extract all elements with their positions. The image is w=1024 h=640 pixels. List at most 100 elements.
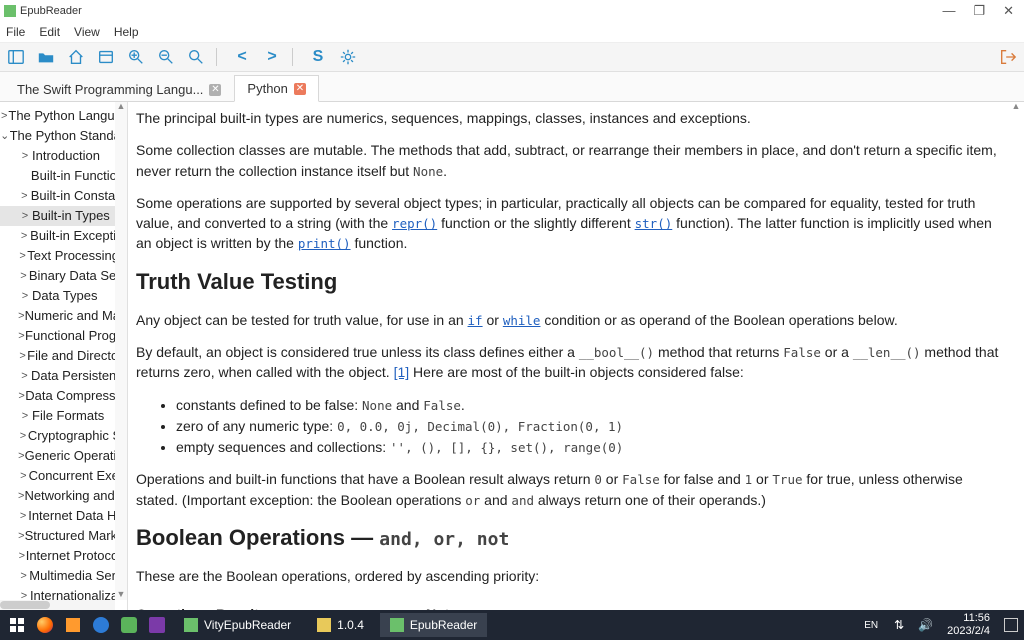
home-icon[interactable] — [66, 47, 86, 67]
toc-label: The Python Language Reference — [8, 107, 123, 125]
toc-item[interactable]: ⌄The Python Standard Library — [0, 126, 127, 146]
sidebar-vertical-scrollbar[interactable]: ▲▼ — [115, 102, 127, 600]
toc-label: Built-in Constants — [31, 187, 123, 205]
toc-item[interactable]: >Binary Data Services — [0, 266, 127, 286]
content-vertical-scrollbar[interactable]: ▲ — [1010, 102, 1022, 610]
start-button[interactable] — [6, 614, 28, 636]
toc-item[interactable]: >Data Types — [0, 286, 127, 306]
app-icon-green[interactable] — [118, 614, 140, 636]
sidebar-horizontal-scrollbar[interactable] — [0, 600, 115, 610]
exit-icon[interactable] — [998, 47, 1018, 67]
col-result: Result — [216, 598, 426, 610]
toc-item[interactable]: >File and Directory Access — [0, 346, 127, 366]
settings-icon[interactable] — [338, 47, 358, 67]
expand-arrow-icon: > — [18, 147, 32, 165]
open-folder-icon[interactable] — [36, 47, 56, 67]
app-icon — [4, 5, 16, 17]
tray-notifications-icon[interactable] — [1004, 618, 1018, 632]
toc-item[interactable]: >Multimedia Services — [0, 566, 127, 586]
zoom-out-icon[interactable] — [156, 47, 176, 67]
link-while[interactable]: while — [503, 313, 541, 328]
toc-item[interactable]: Built-in Functions — [0, 166, 127, 186]
link-repr[interactable]: repr() — [392, 216, 437, 231]
footnote-link[interactable]: [1] — [394, 364, 410, 380]
close-tab-icon[interactable]: ✕ — [294, 83, 306, 95]
toc-label: Cryptographic Services — [28, 427, 123, 445]
firefox-icon[interactable] — [34, 614, 56, 636]
toc-sidebar: >The Python Language Reference⌄The Pytho… — [0, 102, 128, 610]
zoom-in-icon[interactable] — [126, 47, 146, 67]
toc-label: Built-in Functions — [31, 167, 123, 185]
prev-page-icon[interactable]: < — [232, 47, 252, 67]
toc-label: Networking and Interprocess Communicatio… — [24, 487, 123, 505]
toc-item[interactable]: >Built-in Types — [0, 206, 127, 226]
tab-swift[interactable]: The Swift Programming Langu... ✕ — [4, 76, 234, 102]
expand-arrow-icon: > — [18, 267, 29, 285]
toc-item[interactable]: >Built-in Exceptions — [0, 226, 127, 246]
minimize-button[interactable]: — — [942, 3, 955, 19]
toc-item[interactable]: >Text Processing Services — [0, 246, 127, 266]
maximize-button[interactable]: ❐ — [973, 3, 985, 19]
toc-item[interactable]: >Data Persistence — [0, 366, 127, 386]
expand-arrow-icon: > — [18, 387, 25, 405]
taskbar-item-epubreader[interactable]: EpubReader — [380, 613, 487, 637]
expand-arrow-icon: > — [18, 227, 30, 245]
paragraph: The principal built-in types are numeric… — [136, 108, 1006, 128]
toc-item[interactable]: >Built-in Constants — [0, 186, 127, 206]
taskbar-item-104[interactable]: 1.0.4 — [307, 613, 374, 637]
toc-item[interactable]: >Networking and Interprocess Communicati… — [0, 486, 127, 506]
toc-item[interactable]: >Structured Markup Processing Tools — [0, 526, 127, 546]
heading-truth-value-testing: Truth Value Testing — [136, 266, 1006, 298]
search-icon[interactable] — [186, 47, 206, 67]
toc-label: File Formats — [32, 407, 104, 425]
onenote-icon[interactable] — [146, 614, 168, 636]
toc-label: Internet Data Handling — [28, 507, 123, 525]
tray-wifi-icon[interactable]: ⇅ — [894, 618, 904, 632]
link-print[interactable]: print() — [298, 236, 351, 251]
input-language[interactable]: EN — [864, 620, 878, 631]
menu-help[interactable]: Help — [114, 25, 139, 39]
boolean-ops-table: OperationResultNotes x or yif x is false… — [136, 598, 696, 610]
close-tab-icon[interactable]: ✕ — [209, 84, 221, 96]
toc-item[interactable]: >Numeric and Mathematical Modules — [0, 306, 127, 326]
col-notes: Notes — [426, 598, 696, 610]
expand-arrow-icon: > — [18, 307, 25, 325]
next-page-icon[interactable]: > — [262, 47, 282, 67]
title-bar: EpubReader — ❐ ✕ — [0, 0, 1024, 22]
expand-arrow-icon: > — [18, 347, 27, 365]
expand-arrow-icon: > — [18, 467, 29, 485]
toc-item[interactable]: >Generic Operating System Services — [0, 446, 127, 466]
toc-item[interactable]: >Internet Protocols and Support — [0, 546, 127, 566]
toc-item[interactable]: >The Python Language Reference — [0, 106, 127, 126]
toc-label: Built-in Exceptions — [30, 227, 123, 245]
toc-item[interactable]: >File Formats — [0, 406, 127, 426]
paragraph: Any object can be tested for truth value… — [136, 310, 1006, 330]
taskbar-clock[interactable]: 11:562023/2/4 — [947, 612, 990, 638]
link-if[interactable]: if — [468, 313, 483, 328]
taskbar-item-vity[interactable]: VityEpubReader — [174, 613, 301, 637]
library-icon[interactable] — [96, 47, 116, 67]
sidebar-toggle-icon[interactable] — [6, 47, 26, 67]
toc-item[interactable]: >Concurrent Execution — [0, 466, 127, 486]
window-title: EpubReader — [20, 5, 82, 17]
toc-item[interactable]: >Cryptographic Services — [0, 426, 127, 446]
toc-item[interactable]: >Introduction — [0, 146, 127, 166]
paragraph: By default, an object is considered true… — [136, 342, 1006, 383]
link-str[interactable]: str() — [635, 216, 673, 231]
toc-item[interactable]: >Internet Data Handling — [0, 506, 127, 526]
style-icon[interactable]: S — [308, 47, 328, 67]
sublime-icon[interactable] — [62, 614, 84, 636]
menu-file[interactable]: File — [6, 25, 25, 39]
menu-edit[interactable]: Edit — [39, 25, 60, 39]
toc-label: Data Persistence — [31, 367, 123, 385]
tray-volume-icon[interactable]: 🔊 — [918, 618, 933, 632]
tab-bar: The Swift Programming Langu... ✕ Python … — [0, 72, 1024, 102]
close-button[interactable]: ✕ — [1003, 3, 1014, 19]
app-icon-blue[interactable] — [90, 614, 112, 636]
toc-item[interactable]: >Functional Programming Modules — [0, 326, 127, 346]
expand-arrow-icon: > — [18, 327, 25, 345]
menu-view[interactable]: View — [74, 25, 100, 39]
tab-python[interactable]: Python ✕ — [234, 75, 318, 102]
toc-label: Data Types — [32, 287, 98, 305]
toc-item[interactable]: >Data Compression and Archiving — [0, 386, 127, 406]
